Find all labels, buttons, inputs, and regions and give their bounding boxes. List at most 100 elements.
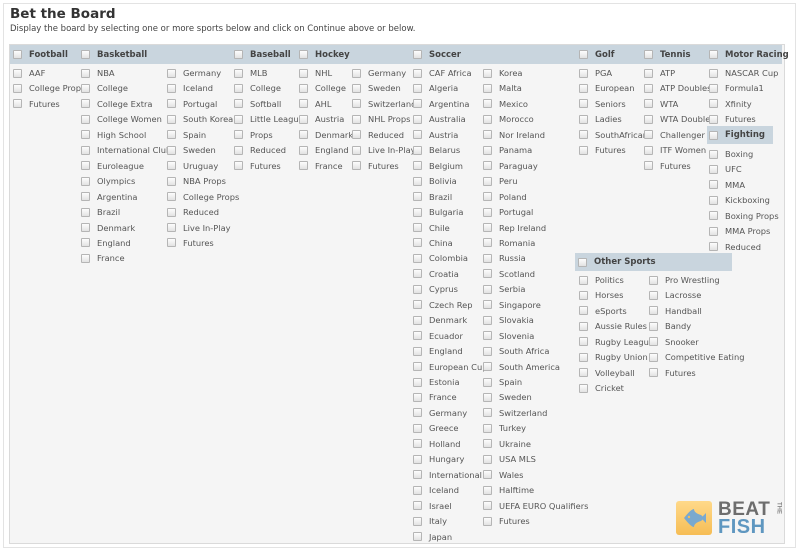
checkbox[interactable] [299,114,308,124]
soccer-option[interactable]: Sweden [483,390,532,404]
checkbox[interactable] [234,68,243,78]
checkbox[interactable] [413,331,422,341]
checkbox[interactable] [299,145,308,155]
header-fighting[interactable]: Fighting [709,126,765,144]
soccer-option[interactable]: Bolivia [413,174,457,188]
checkbox[interactable] [483,145,492,155]
fighting-option[interactable]: Boxing [709,147,753,161]
baseball-option[interactable]: Futures [234,159,281,173]
basketball-option[interactable]: Argentina [81,190,137,204]
soccer-option[interactable]: Algeria [413,81,458,95]
soccer-option[interactable]: Denmark [413,313,467,327]
soccer-option[interactable]: UEFA EURO Qualifiers [483,499,588,513]
checkbox[interactable] [483,114,492,124]
soccer-option[interactable]: Turkey [483,421,526,435]
checkbox[interactable] [649,337,658,347]
checkbox[interactable] [709,130,718,140]
basketball-option[interactable]: Euroleague [81,159,144,173]
checkbox[interactable] [167,238,176,248]
checkbox[interactable] [649,321,658,331]
checkbox[interactable] [167,192,176,202]
checkbox[interactable] [483,300,492,310]
checkbox[interactable] [644,50,653,59]
checkbox[interactable] [649,306,658,316]
checkbox[interactable] [81,207,90,217]
baseball-option[interactable]: College [234,81,281,95]
checkbox[interactable] [579,383,588,393]
other-sports-option[interactable]: Aussie Rules [579,319,647,333]
checkbox[interactable] [299,83,308,93]
checkbox[interactable] [352,68,361,78]
header-baseball[interactable]: Baseball [234,45,291,64]
tennis-option[interactable]: ATP [644,66,675,80]
basketball-option[interactable]: High School [81,128,146,142]
soccer-option[interactable]: Serbia [483,282,525,296]
hockey-option[interactable]: France [299,159,343,173]
checkbox[interactable] [483,83,492,93]
basketball-option[interactable]: Spain [167,128,206,142]
other-sports-option[interactable]: Cricket [579,381,624,395]
checkbox[interactable] [413,238,422,248]
other-sports-option[interactable]: Pro Wrestling [649,273,720,287]
header-other-sports[interactable]: Other Sports [578,253,656,271]
checkbox[interactable] [483,485,492,495]
football-option[interactable]: Futures [13,97,60,111]
checkbox[interactable] [483,501,492,511]
header-golf[interactable]: Golf [579,45,614,64]
checkbox[interactable] [644,99,653,109]
soccer-option[interactable]: Italy [413,514,447,528]
basketball-option[interactable]: England [81,236,131,250]
fighting-option[interactable]: UFC [709,162,742,176]
checkbox[interactable] [579,290,588,300]
hockey-option[interactable]: AHL [299,97,332,111]
checkbox[interactable] [578,257,587,267]
checkbox[interactable] [649,275,658,285]
basketball-option[interactable]: Denmark [81,221,135,235]
checkbox[interactable] [413,83,422,93]
checkbox[interactable] [81,114,90,124]
soccer-option[interactable]: Germany [413,406,467,420]
golf-option[interactable]: Ladies [579,112,622,126]
checkbox[interactable] [579,83,588,93]
checkbox[interactable] [413,130,422,140]
checkbox[interactable] [644,83,653,93]
soccer-option[interactable]: Austria [413,128,458,142]
checkbox[interactable] [483,439,492,449]
checkbox[interactable] [413,423,422,433]
checkbox[interactable] [413,161,422,171]
checkbox[interactable] [579,145,588,155]
checkbox[interactable] [483,346,492,356]
checkbox[interactable] [413,408,422,418]
checkbox[interactable] [413,439,422,449]
hockey-option[interactable]: Live In-Play [352,143,416,157]
soccer-option[interactable]: France [413,390,457,404]
checkbox[interactable] [709,83,718,93]
soccer-option[interactable]: Slovakia [483,313,534,327]
checkbox[interactable] [483,331,492,341]
checkbox[interactable] [352,145,361,155]
basketball-option[interactable]: South Korea [167,112,233,126]
checkbox[interactable] [167,176,176,186]
basketball-option[interactable]: Reduced [167,205,219,219]
header-motor-racing[interactable]: Motor Racing [709,45,789,64]
checkbox[interactable] [81,145,90,155]
checkbox[interactable] [13,83,22,93]
checkbox[interactable] [413,50,422,59]
fighting-option[interactable]: MMA [709,178,745,192]
checkbox[interactable] [81,192,90,202]
checkbox[interactable] [413,532,422,541]
soccer-option[interactable]: Romania [483,236,535,250]
hockey-option[interactable]: Switzerland [352,97,416,111]
checkbox[interactable] [483,516,492,526]
checkbox[interactable] [709,114,718,124]
checkbox[interactable] [644,114,653,124]
soccer-option[interactable]: CAF Africa [413,66,472,80]
soccer-option[interactable]: Ukraine [483,437,531,451]
checkbox[interactable] [299,50,308,59]
checkbox[interactable] [483,362,492,372]
soccer-option[interactable]: Brazil [413,190,452,204]
other-sports-option[interactable]: Politics [579,273,624,287]
checkbox[interactable] [299,161,308,171]
checkbox[interactable] [234,50,243,59]
soccer-option[interactable]: Holland [413,437,461,451]
